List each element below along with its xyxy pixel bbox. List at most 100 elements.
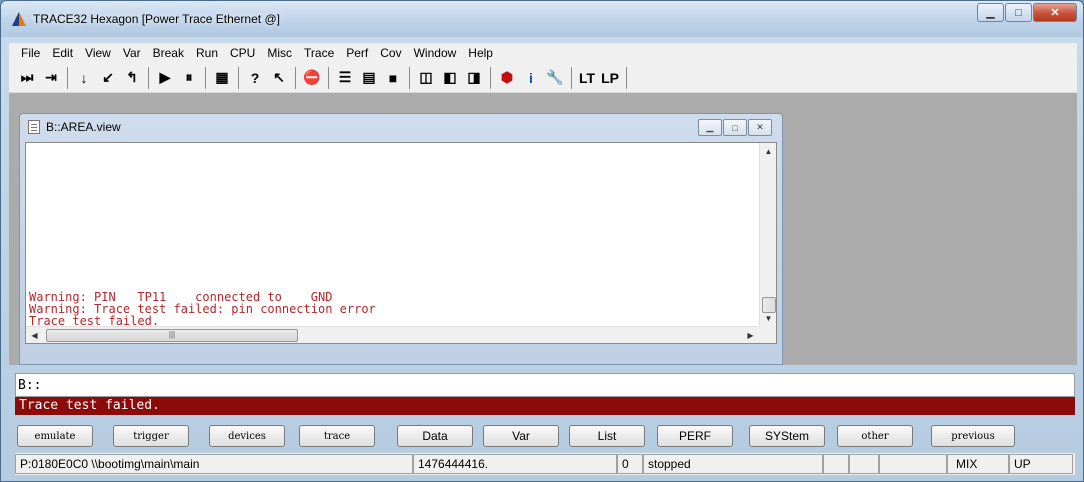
toolbar-separator — [238, 66, 239, 89]
area-view-content[interactable]: Warning: PIN TP11 connected to GND Warnin… — [25, 142, 777, 344]
command-line[interactable] — [15, 373, 1075, 397]
menu-break[interactable]: Break — [147, 46, 190, 60]
softkey-data[interactable]: Data — [397, 425, 473, 447]
mode-icon[interactable]: ▦ — [210, 66, 234, 90]
status-direction: UP — [1009, 454, 1073, 474]
toolbar-separator — [625, 66, 627, 89]
toolbar-separator — [67, 66, 68, 89]
softkey-var[interactable]: Var — [483, 425, 559, 447]
window-title: TRACE32 Hexagon [Power Trace Ethernet @] — [33, 12, 280, 26]
area-view-window: B::AREA.view ▁ □ ✕ Warning: PIN TP11 con… — [19, 113, 783, 365]
status-counter: 1476444416. — [413, 454, 617, 474]
menu-help[interactable]: Help — [462, 46, 499, 60]
menu-view[interactable]: View — [79, 46, 117, 60]
softkey-list[interactable]: List — [569, 425, 645, 447]
vertical-scrollbar[interactable]: ▲ ▼ — [759, 143, 776, 327]
menu-bar: File Edit View Var Break Run CPU Misc Tr… — [9, 43, 1077, 63]
caption-buttons: ▁ □ ✕ — [976, 3, 1077, 22]
title-bar[interactable]: TRACE32 Hexagon [Power Trace Ethernet @]… — [1, 1, 1083, 37]
watch-icon[interactable]: ◫ — [414, 66, 438, 90]
message-line: Trace test failed. — [15, 397, 1075, 415]
menu-run[interactable]: Run — [190, 46, 224, 60]
step-return-icon[interactable]: ↙ — [96, 66, 120, 90]
menu-perf[interactable]: Perf — [340, 46, 374, 60]
mdi-workspace: B::AREA.view ▁ □ ✕ Warning: PIN TP11 con… — [9, 93, 1077, 365]
minimize-icon: ▁ — [986, 7, 995, 19]
cpu-chip-icon[interactable]: ⬢ — [495, 66, 519, 90]
local-vars-icon[interactable]: ◨ — [462, 66, 486, 90]
trace32-app-icon — [12, 12, 26, 26]
document-icon — [28, 120, 40, 134]
lt-button[interactable]: LT — [576, 70, 598, 86]
break-icon[interactable]: ⏸ — [177, 66, 201, 90]
menu-cpu[interactable]: CPU — [224, 46, 261, 60]
view-icon[interactable]: ◧ — [438, 66, 462, 90]
horizontal-scroll-thumb[interactable]: ||| — [46, 329, 298, 342]
area-minimize-button[interactable]: ▁ — [698, 119, 722, 136]
toolbar-separator — [148, 66, 149, 89]
horizontal-scrollbar[interactable]: ◀ ||| ▶ — [26, 326, 759, 343]
scroll-down-icon[interactable]: ▼ — [760, 310, 777, 327]
menu-cov[interactable]: Cov — [374, 46, 407, 60]
status-mode: MIX — [947, 454, 1009, 474]
context-help-icon[interactable]: ↖ — [267, 66, 291, 90]
area-message-list: Warning: PIN TP11 connected to GND Warnin… — [29, 291, 376, 327]
status-bar: P:0180E0C0 \\bootimg\main\main 147644441… — [15, 453, 1075, 475]
toolbar-separator — [490, 66, 491, 89]
up-icon[interactable]: ↰ — [120, 66, 144, 90]
softkey-perf[interactable]: PERF — [657, 425, 733, 447]
menu-var[interactable]: Var — [117, 46, 147, 60]
maximize-icon: □ — [732, 122, 738, 133]
scroll-up-icon[interactable]: ▲ — [760, 143, 777, 160]
menu-window[interactable]: Window — [408, 46, 463, 60]
step-over-icon[interactable]: ⇥ — [39, 66, 63, 90]
help-icon[interactable]: ? — [243, 66, 267, 90]
area-maximize-button[interactable]: □ — [723, 119, 747, 136]
wrench-icon[interactable]: 🔧 — [543, 66, 567, 90]
status-zero: 0 — [617, 454, 643, 474]
memory-dump-icon[interactable]: ▤ — [357, 66, 381, 90]
softkey-bar: emulate trigger devices trace Data Var L… — [15, 425, 1075, 449]
status-state: stopped — [643, 454, 823, 474]
scroll-right-icon[interactable]: ▶ — [742, 327, 759, 344]
maximize-icon: □ — [1015, 6, 1022, 19]
step-down-icon[interactable]: ↓ — [72, 66, 96, 90]
softkey-other[interactable]: other — [837, 425, 913, 447]
menu-trace[interactable]: Trace — [298, 46, 340, 60]
maximize-button[interactable]: □ — [1005, 3, 1032, 22]
resize-grip[interactable] — [758, 326, 776, 343]
step-icon[interactable]: ⏭ — [15, 66, 39, 90]
menu-edit[interactable]: Edit — [46, 46, 79, 60]
menu-misc[interactable]: Misc — [261, 46, 298, 60]
area-close-button[interactable]: ✕ — [748, 119, 772, 136]
main-window: TRACE32 Hexagon [Power Trace Ethernet @]… — [0, 0, 1084, 482]
toolbar-separator — [295, 66, 296, 89]
area-view-title: B::AREA.view — [46, 120, 121, 134]
go-icon[interactable]: ▶ — [153, 66, 177, 90]
toolbar-separator — [571, 66, 572, 89]
scroll-left-icon[interactable]: ◀ — [26, 327, 43, 344]
list-icon[interactable]: ☰ — [333, 66, 357, 90]
status-field-empty — [849, 454, 879, 474]
area-view-title-bar[interactable]: B::AREA.view — [28, 120, 121, 134]
softkey-previous[interactable]: previous — [931, 425, 1015, 447]
area-view-caption-buttons: ▁ □ ✕ — [697, 119, 772, 136]
softkey-trigger[interactable]: trigger — [113, 425, 189, 447]
close-button[interactable]: ✕ — [1033, 3, 1077, 22]
status-field-empty — [879, 454, 947, 474]
info-icon[interactable]: i — [519, 66, 543, 90]
register-icon[interactable]: ■ — [381, 66, 405, 90]
minimize-button[interactable]: ▁ — [977, 3, 1004, 22]
softkey-system[interactable]: SYStem — [749, 425, 825, 447]
close-icon: ✕ — [1050, 7, 1060, 19]
status-address: P:0180E0C0 \\bootimg\main\main — [15, 454, 413, 474]
minimize-icon: ▁ — [706, 122, 714, 132]
softkey-emulate[interactable]: emulate — [17, 425, 93, 447]
command-input[interactable] — [18, 376, 1068, 394]
lp-button[interactable]: LP — [598, 70, 622, 86]
menu-file[interactable]: File — [15, 46, 46, 60]
stop-icon[interactable]: ⛔ — [300, 66, 324, 90]
close-icon: ✕ — [756, 122, 764, 132]
softkey-devices[interactable]: devices — [209, 425, 285, 447]
softkey-trace[interactable]: trace — [299, 425, 375, 447]
